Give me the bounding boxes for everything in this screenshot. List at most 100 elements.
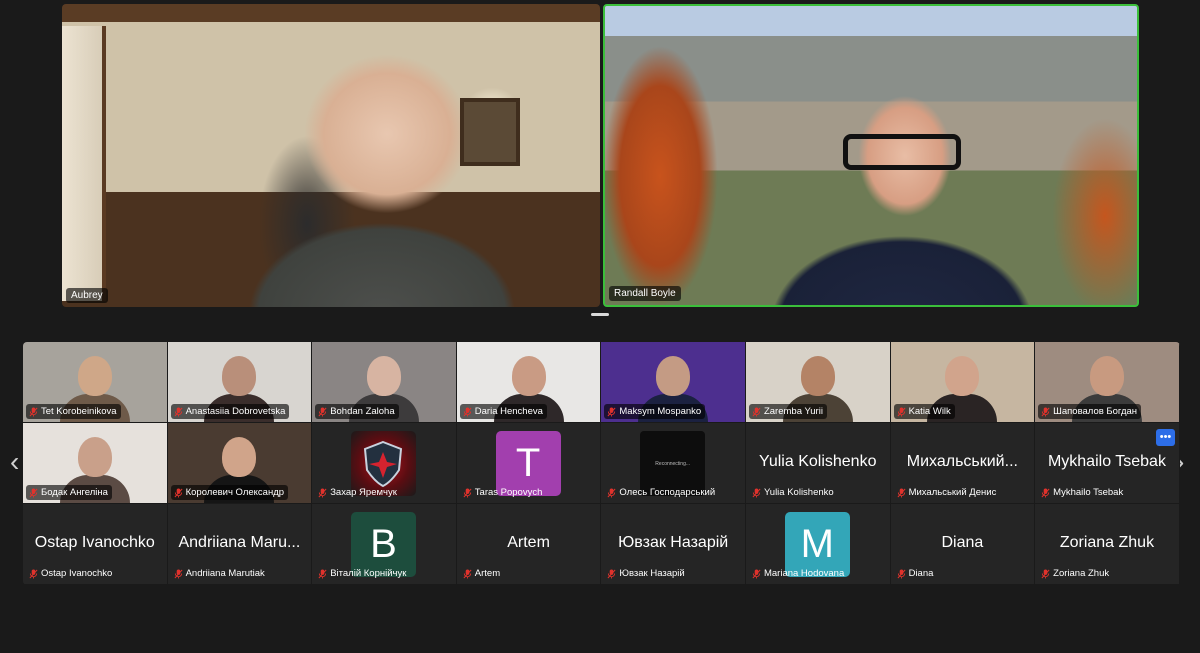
previous-page-button[interactable]: ‹ <box>10 448 19 476</box>
participant-display-name: Ostap Ivanochko <box>34 534 155 551</box>
participant-name: Artem <box>474 568 501 579</box>
participant-tile[interactable]: B Віталій Корнійчук <box>312 504 457 585</box>
participant-name-label: Daria Hencheva <box>459 404 547 419</box>
participant-display-name: Михальський... <box>906 453 1018 470</box>
participant-name: Ювзак Назарій <box>619 568 685 579</box>
participant-tile[interactable]: Maksym Mospanko <box>601 342 746 423</box>
participant-name: Daria Hencheva <box>474 406 543 417</box>
participant-name: Михальський Денис <box>908 487 997 498</box>
muted-mic-icon <box>752 488 761 497</box>
participant-name-label: Tet Korobeinikova <box>26 404 121 419</box>
participant-gallery: Tet Korobeinikova Anastasiia Dobrovetska B… <box>23 342 1180 585</box>
participant-name-label: Maksym Mospanko <box>604 404 706 419</box>
muted-mic-icon <box>174 407 183 416</box>
participant-tile[interactable]: Королевич Олександр <box>167 423 313 504</box>
participant-name: Taras Popovych <box>474 487 543 498</box>
participant-tile[interactable]: M Mariana Hodovana <box>745 504 891 585</box>
participant-name-label: Бодак Ангеліна <box>26 485 112 500</box>
shield-icon <box>364 440 403 487</box>
muted-mic-icon <box>607 488 616 497</box>
participant-name-label: Zoriana Zhuk <box>1038 566 1113 581</box>
participant-tile[interactable]: Diana Diana <box>890 504 1036 585</box>
participant-tile[interactable]: Ювзак Назарій Ювзак Назарій <box>601 504 746 585</box>
participant-name-label: Ostap Ivanochko <box>26 566 116 581</box>
muted-mic-icon <box>174 569 183 578</box>
participant-name-label: Mariana Hodovana <box>749 566 848 581</box>
participant-tile[interactable]: Daria Hencheva <box>456 342 602 423</box>
participant-name-label: Королевич Олександр <box>170 485 289 500</box>
speaker-video-aubrey[interactable]: Aubrey <box>62 4 600 307</box>
muted-mic-icon <box>29 407 38 416</box>
participant-tile[interactable]: Bohdan Zaloha <box>312 342 457 423</box>
participant-name: Anastasiia Dobrovetska <box>185 406 286 417</box>
participant-name-label: Katia Wilk <box>893 404 955 419</box>
muted-mic-icon <box>1041 569 1050 578</box>
muted-mic-icon <box>463 488 472 497</box>
participant-tile[interactable]: Михальський... Михальський Денис <box>890 423 1036 504</box>
participant-tile[interactable]: Шаповалов Богдан <box>1035 342 1180 423</box>
muted-mic-icon <box>607 407 616 416</box>
muted-mic-icon <box>174 488 183 497</box>
participant-name: Tet Korobeinikova <box>41 406 117 417</box>
participant-name-label: Artem <box>460 566 504 581</box>
muted-mic-icon <box>463 407 472 416</box>
participant-name-label: Ювзак Назарій <box>604 566 688 581</box>
participant-display-name: Andriiana Maru... <box>178 534 301 551</box>
resize-handle[interactable] <box>591 313 609 316</box>
muted-mic-icon <box>1041 488 1050 497</box>
participant-name-label: Andriiana Marutiak <box>171 566 269 581</box>
participant-name: Bohdan Zaloha <box>330 406 395 417</box>
participant-display-name: Artem <box>507 534 550 551</box>
muted-mic-icon <box>29 569 38 578</box>
participant-name-label: Diana <box>894 566 938 581</box>
participant-name: Королевич Олександр <box>185 487 285 498</box>
participant-name: Бодак Ангеліна <box>41 487 108 498</box>
participant-display-name: Zoriana Zhuk <box>1059 534 1155 551</box>
muted-mic-icon <box>1041 407 1050 416</box>
speaker-video-randall-boyle[interactable]: Randall Boyle <box>603 4 1139 307</box>
participant-name: Zoriana Zhuk <box>1053 568 1110 579</box>
participant-name: Yulia Kolishenko <box>763 487 834 498</box>
muted-mic-icon <box>29 488 38 497</box>
participant-tile[interactable]: Tet Korobeinikova <box>23 342 168 423</box>
muted-mic-icon <box>318 407 327 416</box>
participant-tile[interactable]: Anastasiia Dobrovetska <box>167 342 313 423</box>
participant-tile[interactable]: Бодак Ангеліна <box>23 423 168 504</box>
participant-name: Andriiana Marutiak <box>185 568 265 579</box>
participant-display-name: Ювзак Назарій <box>618 534 729 551</box>
participant-tile[interactable]: Katia Wilk <box>890 342 1036 423</box>
muted-mic-icon <box>752 407 761 416</box>
participant-name-label: Михальський Денис <box>894 485 1001 500</box>
muted-mic-icon <box>318 569 327 578</box>
participant-name-label: Захар Яремчук <box>315 485 401 500</box>
speaker-name-label: Aubrey <box>66 288 108 303</box>
participant-name: Mariana Hodovana <box>763 568 845 579</box>
glasses-graphic <box>843 134 961 170</box>
participant-name-label: Bohdan Zaloha <box>315 404 399 419</box>
speaker-name-label: Randall Boyle <box>609 286 681 301</box>
participant-tile[interactable]: Yulia Kolishenko Yulia Kolishenko <box>745 423 891 504</box>
participant-name: Diana <box>908 568 934 579</box>
participant-name-label: Taras Popovych <box>460 485 547 500</box>
muted-mic-icon <box>752 569 761 578</box>
participant-name: Віталій Корнійчук <box>330 568 407 579</box>
muted-mic-icon <box>463 569 472 578</box>
participant-name-label: Yulia Kolishenko <box>749 485 838 500</box>
participant-name-label: Zaremba Yurii <box>748 404 827 419</box>
participant-tile[interactable]: Reconnecting... Олесь Господарський <box>601 423 746 504</box>
participant-tile[interactable]: Ostap Ivanochko Ostap Ivanochko <box>23 504 168 585</box>
participant-tile[interactable]: Andriiana Maru... Andriiana Marutiak <box>167 504 313 585</box>
participant-tile[interactable]: Захар Яремчук <box>312 423 457 504</box>
participant-name-label: Mykhailo Tsebak <box>1038 485 1127 500</box>
participant-tile[interactable]: T Taras Popovych <box>456 423 602 504</box>
participant-display-name: Yulia Kolishenko <box>759 453 877 470</box>
participant-name: Mykhailo Tsebak <box>1053 487 1124 498</box>
participant-tile[interactable]: Artem Artem <box>456 504 602 585</box>
more-options-button[interactable]: ••• <box>1156 429 1175 446</box>
participant-display-name: Mykhailo Tsebak <box>1047 453 1166 470</box>
participant-name-label: Віталій Корнійчук <box>315 566 410 581</box>
participant-name-label: Anastasiia Dobrovetska <box>170 404 290 419</box>
participant-tile[interactable]: Zoriana Zhuk Zoriana Zhuk <box>1035 504 1180 585</box>
participant-name-label: Шаповалов Богдан <box>1038 404 1142 419</box>
participant-tile[interactable]: Zaremba Yurii <box>745 342 891 423</box>
